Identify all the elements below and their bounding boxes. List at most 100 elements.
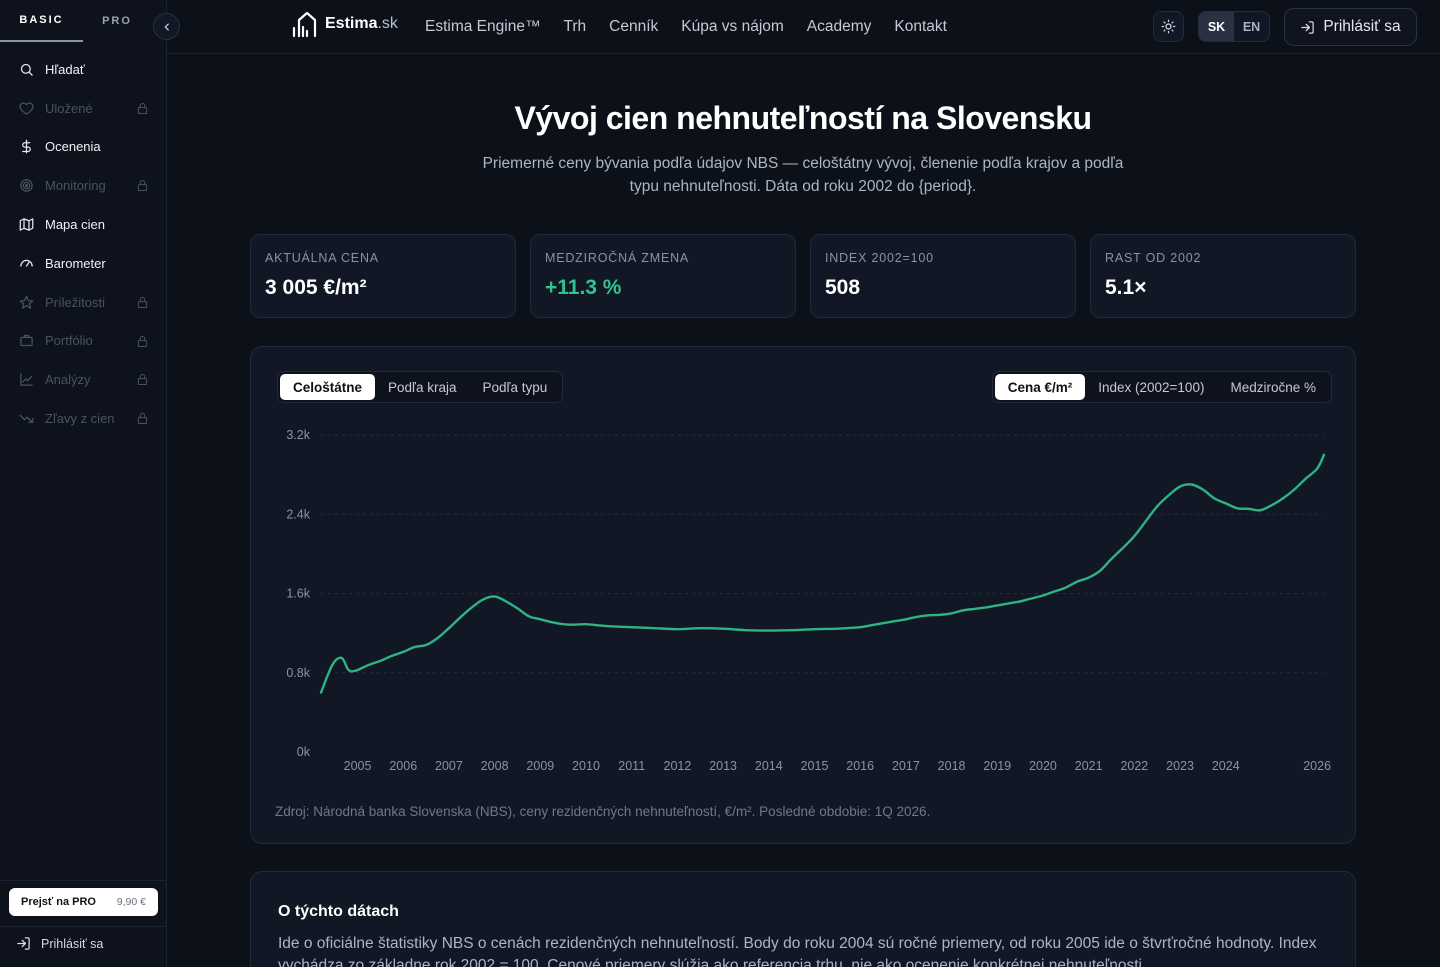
y-tick-label: 1.6k [286, 587, 310, 601]
x-tick-label: 2005 [344, 759, 372, 773]
tab-pro[interactable]: PRO [83, 0, 151, 42]
x-tick-label: 2015 [801, 759, 829, 773]
chart-icon [18, 372, 34, 388]
x-tick-label: 2017 [892, 759, 920, 773]
x-tick-label: 2020 [1029, 759, 1057, 773]
chart-card: Celoštátne Podľa kraja Podľa typu Cena €… [250, 346, 1356, 844]
sidebar-item-label: Analýzy [45, 372, 91, 388]
radar-icon [18, 178, 34, 194]
stat-label: RAST OD 2002 [1105, 251, 1202, 265]
dollar-icon [18, 139, 34, 155]
lang-sk[interactable]: SK [1199, 12, 1234, 41]
sidebar-item[interactable]: Uložené [0, 89, 167, 128]
sidebar-item[interactable]: Monitoring [0, 166, 167, 205]
about-title: O týchto dátach [278, 903, 399, 920]
sidebar-item[interactable]: Ocenenia [0, 128, 167, 167]
x-tick-label: 2024 [1212, 759, 1240, 773]
sidebar-login-button[interactable]: Prihlásiť sa [16, 936, 103, 951]
briefcase-icon [18, 333, 34, 349]
x-tick-label: 2012 [664, 759, 692, 773]
stat-card: AKTUÁLNA CENA 3 005 €/m² [250, 234, 516, 318]
x-tick-label: 2022 [1120, 759, 1148, 773]
upgrade-pro-button[interactable]: Prejsť na PRO 9,90 € [9, 888, 158, 916]
x-tick-label: 2014 [755, 759, 783, 773]
app-root: BASIC PRO Hľadať Uložené Ocenenia Monitorin… [0, 0, 1440, 967]
plan-tabs: BASIC PRO [0, 0, 167, 42]
login-icon [1301, 20, 1315, 34]
trend-down-icon [18, 411, 34, 427]
sidebar: BASIC PRO Hľadať Uložené Ocenenia Monitorin… [0, 0, 167, 967]
stat-value: 5.1× [1105, 276, 1147, 299]
nav-link[interactable]: Kontakt [894, 18, 947, 36]
stat-label: INDEX 2002=100 [825, 251, 934, 265]
lock-icon [137, 179, 149, 192]
upgrade-pro-label: Prejsť na PRO [21, 896, 96, 908]
map-icon [18, 217, 34, 233]
nav-link[interactable]: Trh [563, 18, 586, 36]
price-chart[interactable]: 0k 0.8k 1.6k 2.4k 3.2k 2005 2006 2007 2008 2009 20… [251, 347, 1357, 787]
x-tick-label: 2007 [435, 759, 463, 773]
gauge-icon [18, 255, 34, 271]
y-tick-label: 3.2k [286, 428, 310, 442]
divider [0, 880, 167, 881]
sidebar-item-label: Barometer [45, 255, 106, 271]
x-tick-label: 2019 [983, 759, 1011, 773]
y-tick-label: 0.8k [286, 666, 310, 680]
logo[interactable]: Estima .sk [291, 10, 398, 38]
x-tick-label: 2018 [938, 759, 966, 773]
x-tick-label: 2023 [1166, 759, 1194, 773]
nav-link[interactable]: Academy [807, 18, 872, 36]
sidebar-item-label: Monitoring [45, 178, 106, 194]
sidebar-item[interactable]: Mapa cien [0, 205, 167, 244]
y-tick-label: 0k [297, 745, 311, 759]
nav-link[interactable]: Cenník [609, 18, 658, 36]
page-subtitle: Priemerné ceny bývania podľa údajov NBS … [482, 155, 1124, 195]
sidebar-item[interactable]: Hľadať [0, 50, 167, 89]
sidebar-item[interactable]: Zľavy z cien [0, 399, 167, 438]
house-logo-icon [292, 11, 317, 38]
lock-icon [137, 335, 149, 348]
star-icon [18, 294, 34, 310]
language-switch: SK EN [1198, 11, 1270, 42]
tab-basic[interactable]: BASIC [0, 0, 83, 42]
sidebar-item[interactable]: Príležitosti [0, 283, 167, 322]
page-title: Vývoj cien nehnuteľností na Slovensku [514, 100, 1092, 136]
stat-value: 508 [825, 276, 861, 299]
x-tick-label: 2010 [572, 759, 600, 773]
about-text: Ide o oficiálne štatistiky NBS o cenách … [278, 935, 1317, 967]
nav-link[interactable]: Kúpa vs nájom [681, 18, 784, 36]
logo-name: Estima [325, 15, 378, 32]
theme-toggle-button[interactable] [1153, 11, 1184, 42]
lock-icon [137, 373, 149, 386]
y-tick-label: 2.4k [286, 507, 310, 521]
sidebar-item[interactable]: Portfólio [0, 322, 167, 361]
sidebar-login-label: Prihlásiť sa [41, 936, 104, 951]
lock-icon [137, 102, 149, 115]
lang-en[interactable]: EN [1234, 12, 1269, 41]
logo-tld: .sk [377, 15, 398, 32]
sidebar-item-label: Uložené [45, 100, 93, 116]
login-label: Prihlásiť sa [1323, 18, 1401, 35]
x-tick-label: 2021 [1075, 759, 1103, 773]
divider [0, 926, 167, 927]
lock-icon [137, 412, 149, 425]
sun-icon [1161, 19, 1176, 34]
main-nav: Estima Engine™ Trh Cenník Kúpa vs nájom Acad… [425, 0, 970, 54]
sidebar-item-label: Príležitosti [45, 294, 105, 310]
price-series-line [319, 453, 1326, 694]
x-tick-label: 2011 [618, 759, 645, 773]
chevron-left-icon [163, 22, 169, 31]
about-card: O týchto dátach Ide o oficiálne štatisti… [250, 871, 1356, 967]
stat-label: AKTUÁLNA CENA [265, 251, 379, 265]
nav-link[interactable]: Estima Engine™ [425, 18, 540, 36]
login-icon [17, 937, 30, 950]
sidebar-item[interactable]: Barometer [0, 244, 167, 283]
heart-icon [18, 100, 34, 116]
collapse-sidebar-button[interactable] [153, 13, 180, 40]
sidebar-item[interactable]: Analýzy [0, 360, 167, 399]
chart-source: Zdroj: Národná banka Slovenska (NBS), ce… [275, 804, 931, 819]
x-tick-label: 2026 [1303, 759, 1331, 773]
x-tick-label: 2006 [389, 759, 417, 773]
stat-card: MEDZIROČNÁ ZMENA +11.3 % [530, 234, 796, 318]
login-button[interactable]: Prihlásiť sa [1284, 8, 1417, 46]
